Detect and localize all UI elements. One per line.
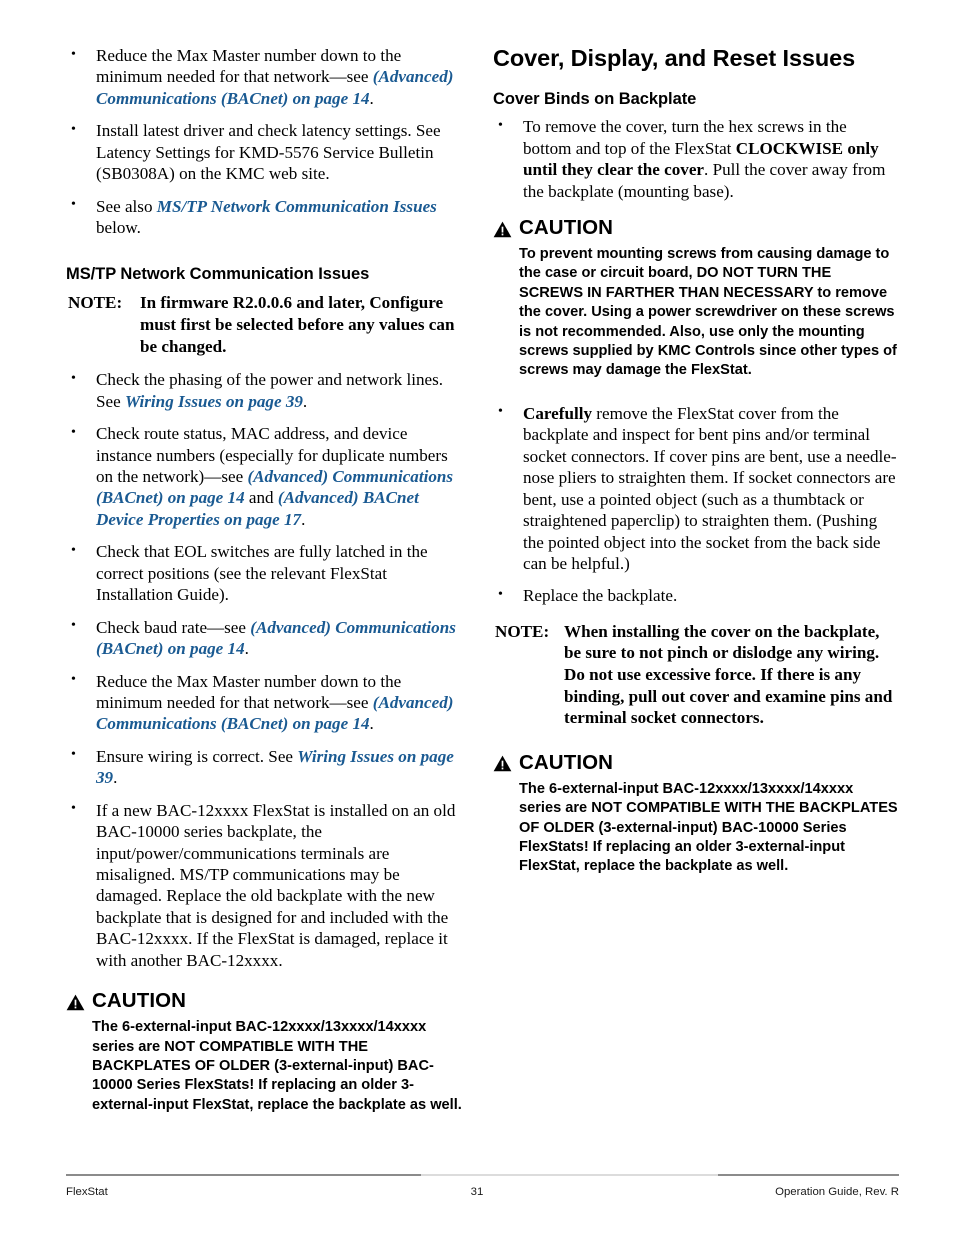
- caution-heading: CAUTION: [66, 989, 466, 1013]
- bullet-item-check-phasing: • Check the phasing of the power and netw…: [66, 369, 466, 412]
- bullet-item-see-also-mstp: • See also MS/TP Network Communication Is…: [66, 196, 466, 239]
- right-bullet-list-remove-cover: • To remove the cover, turn the hex screw…: [493, 116, 899, 202]
- warning-triangle-icon: [493, 754, 512, 772]
- heading-mstp-network-communication-issues: MS/TP Network Communication Issues: [66, 264, 370, 283]
- caution-label: CAUTION: [519, 216, 614, 240]
- text-run: Check that EOL switches are fully latche…: [96, 542, 428, 605]
- bullet-marker-icon: •: [71, 121, 76, 137]
- footer-rule-left: [66, 1174, 421, 1176]
- footer-rule-middle: [421, 1174, 718, 1176]
- text-run: .: [369, 714, 374, 734]
- text-run: .: [244, 639, 249, 659]
- bullet-marker-icon: •: [71, 801, 76, 817]
- text-run: Ensure wiring is correct. See: [96, 746, 298, 766]
- warning-triangle-icon: [493, 220, 512, 237]
- note-label: NOTE:: [495, 621, 550, 641]
- bullet-marker-icon: •: [71, 542, 76, 558]
- caution-heading: CAUTION: [493, 216, 899, 240]
- document-page: • Reduce the Max Master number down to th…: [0, 0, 954, 1235]
- bullet-item-check-baud-rate: • Check baud rate—see (Advanced) Communic…: [66, 617, 466, 660]
- text-run: See also: [96, 196, 157, 216]
- text-run: Check baud rate—see: [96, 617, 251, 637]
- cross-reference-link[interactable]: MS/TP Network Communication Issues: [157, 197, 437, 216]
- bullet-item-reduce-max-master-2: • Reduce the Max Master number down to th…: [66, 671, 466, 735]
- text-run: below.: [96, 218, 141, 238]
- bullet-marker-icon: •: [71, 747, 76, 763]
- text-run: remove the FlexStat cover from the backp…: [523, 403, 897, 573]
- warning-triangle-icon: [66, 993, 85, 1010]
- page-title: Cover, Display, and Reset Issues: [493, 45, 856, 71]
- right-column: Cover, Display, and Reset Issues Cover B…: [493, 45, 899, 889]
- caution-body: The 6-external-input BAC-12xxxx/13xxxx/1…: [519, 780, 898, 875]
- bullet-marker-icon: •: [71, 197, 76, 213]
- bullet-marker-icon: •: [71, 46, 76, 62]
- bullet-marker-icon: •: [71, 618, 76, 634]
- text-run: Reduce the Max Master number down to the…: [96, 46, 402, 87]
- emphasis-text: Carefully: [523, 403, 593, 423]
- note-block-installing-cover: NOTE: When installing the cover on the b…: [493, 621, 899, 729]
- bullet-item-remove-cover: • To remove the cover, turn the hex screw…: [493, 116, 899, 202]
- bullet-item-reduce-max-master: • Reduce the Max Master number down to th…: [66, 45, 466, 109]
- page-footer: FlexStat 31 Operation Guide, Rev. R: [0, 1174, 954, 1214]
- caution-block-right-1: CAUTION To prevent mounting screws from …: [493, 216, 899, 381]
- bullet-item-install-latest-driver: • Install latest driver and check latency…: [66, 120, 466, 184]
- bullet-item-ensure-wiring-correct: • Ensure wiring is correct. See Wiring Is…: [66, 746, 466, 789]
- caution-body: To prevent mounting screws from causing …: [519, 246, 897, 379]
- bullet-marker-icon: •: [498, 404, 503, 420]
- text-run: Install latest driver and check latency …: [96, 121, 441, 184]
- text-run: .: [113, 768, 118, 788]
- bullet-item-check-route-status: • Check route status, MAC address, and de…: [66, 423, 466, 530]
- text-run: Replace the backplate.: [523, 586, 678, 606]
- bullet-item-carefully-remove-cover: • Carefully remove the FlexStat cover fro…: [493, 403, 899, 575]
- note-body: When installing the cover on the backpla…: [564, 621, 893, 728]
- caution-heading: CAUTION: [493, 751, 899, 775]
- text-run: .: [302, 391, 308, 411]
- text-run: If a new BAC-12xxxx FlexStat is installe…: [96, 800, 456, 970]
- footer-guide-revision: Operation Guide, Rev. R: [775, 1186, 899, 1198]
- note-label: NOTE:: [68, 293, 123, 313]
- heading-cover-binds-on-backplate: Cover Binds on Backplate: [493, 90, 697, 109]
- left-top-bullet-list: • Reduce the Max Master number down to th…: [66, 45, 466, 239]
- bullet-marker-icon: •: [71, 370, 76, 386]
- text-run: .: [369, 88, 374, 108]
- text-run: Reduce the Max Master number down to the…: [96, 671, 402, 712]
- bullet-marker-icon: •: [71, 424, 76, 440]
- left-column: • Reduce the Max Master number down to th…: [66, 45, 466, 1127]
- cross-reference-link[interactable]: Wiring Issues on page 39: [125, 392, 303, 411]
- bullet-item-check-eol-switches: • Check that EOL switches are fully latch…: [66, 541, 466, 605]
- right-bullet-list: • Carefully remove the FlexStat cover fro…: [493, 403, 899, 607]
- bullet-marker-icon: •: [498, 586, 503, 602]
- caution-label: CAUTION: [519, 750, 614, 774]
- text-run: and: [244, 488, 278, 508]
- left-bullet-list: • Check the phasing of the power and netw…: [66, 369, 466, 971]
- caution-body: The 6-external-input BAC-12xxxx/13xxxx/1…: [92, 1019, 462, 1113]
- text-run: .: [301, 509, 306, 529]
- note-body: In firmware R2.0.0.6 and later, Configur…: [140, 293, 455, 356]
- bullet-item-new-bac12xxxx-on-old-backplate: • If a new BAC-12xxxx FlexStat is install…: [66, 800, 466, 972]
- bullet-marker-icon: •: [71, 672, 76, 688]
- caution-block-left: CAUTION The 6-external-input BAC-12xxxx/…: [66, 989, 466, 1115]
- bullet-item-replace-backplate: • Replace the backplate.: [493, 585, 899, 606]
- note-block-firmware: NOTE: In firmware R2.0.0.6 and later, Co…: [66, 292, 466, 357]
- footer-rule-right: [718, 1174, 899, 1176]
- caution-label: CAUTION: [92, 989, 187, 1013]
- bullet-marker-icon: •: [498, 117, 503, 133]
- caution-block-right-2: CAUTION The 6-external-input BAC-12xxxx/…: [493, 751, 899, 877]
